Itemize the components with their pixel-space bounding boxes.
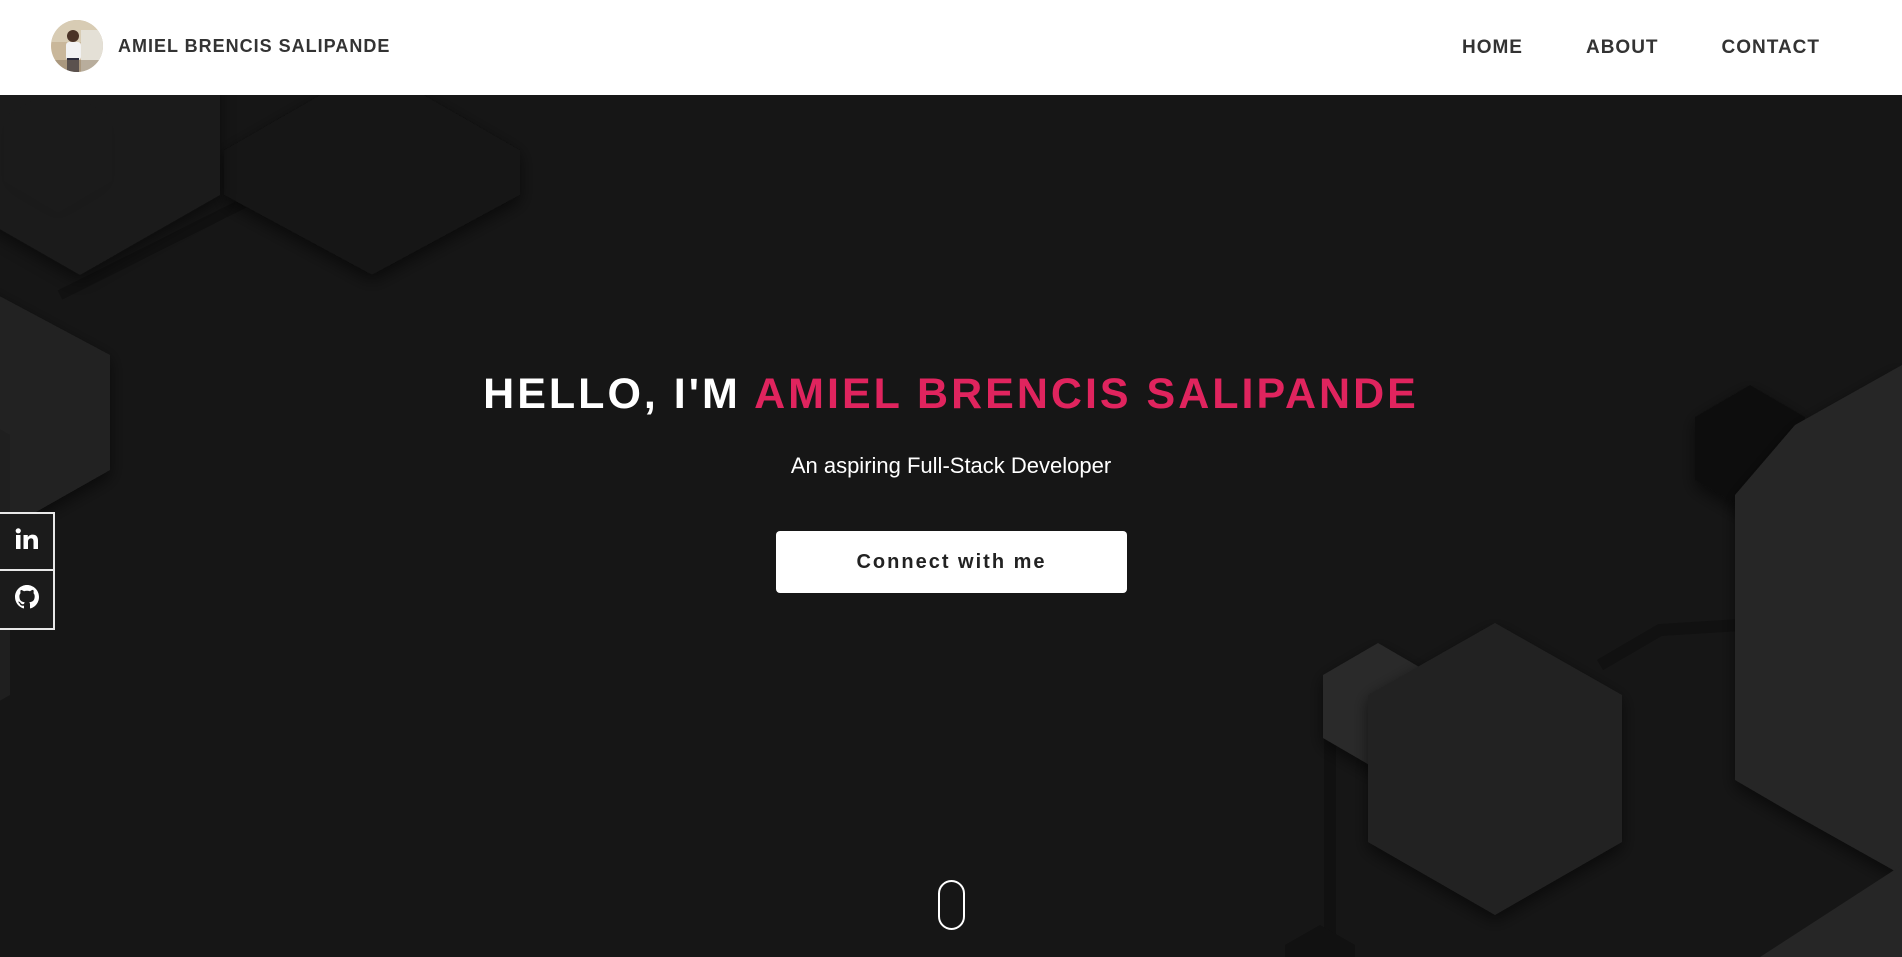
nav-contact[interactable]: CONTACT (1722, 37, 1820, 59)
nav-about[interactable]: ABOUT (1586, 37, 1659, 59)
linkedin-link[interactable] (0, 512, 55, 571)
hero-subtitle: An aspiring Full-Stack Developer (790, 453, 1112, 478)
hero-section: HELLO, I'M AMIEL BRENCIS SALIPANDE An as… (0, 95, 1902, 957)
social-links (0, 512, 55, 630)
linkedin-icon (15, 528, 39, 555)
nav-home[interactable]: HOME (1462, 37, 1523, 59)
hero-title-name: AMIEL BRENCIS SALIPANDE (754, 370, 1419, 418)
connect-button[interactable]: Connect with me (776, 531, 1127, 593)
site-header: AMIEL BRENCIS SALIPANDE HOME ABOUT CONTA… (0, 0, 1902, 95)
hexagon-background (0, 95, 1902, 957)
brand[interactable]: AMIEL BRENCIS SALIPANDE (51, 20, 390, 72)
main-nav: HOME ABOUT CONTACT (1462, 0, 1820, 95)
hero-title: HELLO, I'M AMIEL BRENCIS SALIPANDE (0, 369, 1902, 419)
scroll-down-indicator[interactable] (938, 880, 965, 930)
github-link[interactable] (0, 571, 55, 630)
avatar (51, 20, 103, 72)
brand-name: AMIEL BRENCIS SALIPANDE (118, 35, 391, 56)
hero-title-prefix: HELLO, I'M (483, 370, 755, 418)
github-icon (14, 585, 39, 614)
